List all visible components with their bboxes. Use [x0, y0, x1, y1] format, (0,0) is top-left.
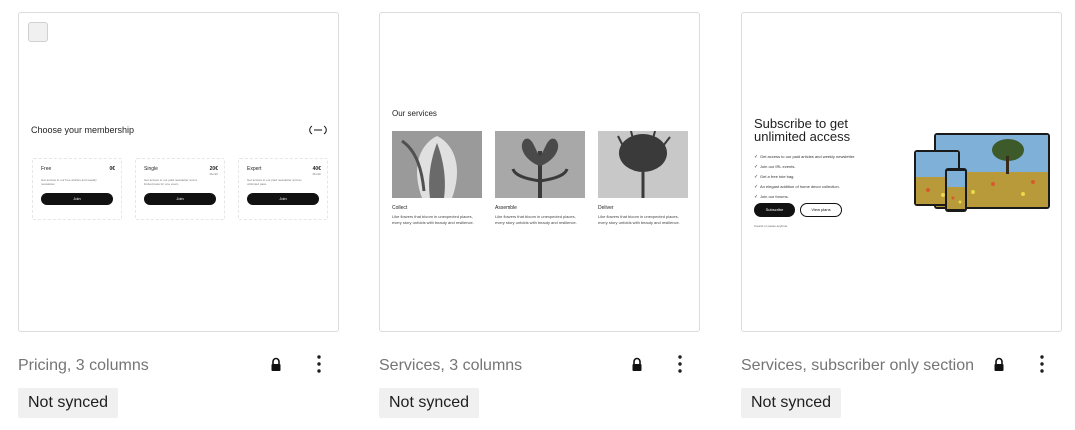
pricing-column: Single 20€ Month Get access to our paid … — [135, 158, 225, 220]
service-description: Like flowers that bloom in unexpected pl… — [495, 214, 577, 225]
service-name: Collect — [392, 205, 408, 211]
subscribe-button: Subscribe — [754, 203, 795, 217]
sync-status-badge: Not synced — [18, 388, 119, 418]
join-button: Join — [41, 193, 113, 205]
benefit-text: Get access to our paid articles and week… — [760, 154, 856, 159]
pattern-title[interactable]: Services, 3 columns — [379, 357, 522, 375]
service-name: Assemble — [495, 205, 517, 211]
pattern-preview-subscriber[interactable]: Subscribe to get unlimited access ✓ Get a… — [741, 12, 1062, 332]
pattern-card-pricing: Choose your membership Free 0€ Get acces… — [18, 12, 339, 418]
list-item: ✓ Join our forums. — [754, 192, 855, 202]
plan-description: Get access to our paid newsletter and a … — [144, 178, 197, 186]
join-button: Join — [247, 193, 319, 205]
list-item: ✓ An elegant addition of home decor colle… — [754, 182, 855, 192]
plan-period: Month — [209, 172, 218, 176]
pattern-card-subscriber: Subscribe to get unlimited access ✓ Get a… — [741, 12, 1062, 418]
botanical-image — [495, 131, 585, 198]
lock-icon — [994, 357, 1004, 371]
pattern-title[interactable]: Services, subscriber only section — [741, 357, 974, 375]
preview-heading: Our services — [392, 109, 437, 118]
list-item: ✓ Get a free tote bag. — [754, 172, 855, 182]
plan-period: Month — [312, 172, 321, 176]
more-vertical-icon[interactable] — [305, 350, 333, 378]
cancel-note: Cancel or pause anytime. — [754, 224, 789, 228]
pattern-preview-pricing[interactable]: Choose your membership Free 0€ Get acces… — [18, 12, 339, 332]
service-description: Like flowers that bloom in unexpected pl… — [392, 214, 474, 225]
pattern-meta: Services, subscriber only section — [741, 348, 1062, 380]
pattern-card-services: Our services Collect Like flowers that b… — [379, 12, 700, 418]
plan-name: Expert — [247, 166, 262, 172]
flower-image — [392, 131, 482, 198]
devices-image — [914, 133, 1050, 212]
more-vertical-icon[interactable] — [666, 350, 694, 378]
pattern-meta: Pricing, 3 columns — [18, 348, 339, 380]
plan-name: Free — [41, 166, 52, 172]
placeholder-icon — [28, 22, 48, 42]
benefit-list: ✓ Get access to our paid articles and wee… — [754, 152, 855, 202]
pattern-title[interactable]: Pricing, 3 columns — [18, 357, 149, 375]
service-description: Like flowers that bloom in unexpected pl… — [598, 214, 680, 225]
sync-status-badge: Not synced — [741, 388, 842, 418]
more-vertical-icon[interactable] — [1028, 350, 1056, 378]
list-item: ✓ Get access to our paid articles and wee… — [754, 152, 855, 162]
sync-status-badge: Not synced — [379, 388, 480, 418]
benefit-text: An elegant addition of home decor collec… — [760, 184, 840, 189]
preview-heading: Choose your membership — [31, 125, 135, 135]
service-column: Collect Like flowers that bloom in unexp… — [392, 131, 482, 226]
pattern-meta: Services, 3 columns — [379, 348, 700, 380]
view-plans-button: View plans — [800, 203, 842, 217]
plan-name: Single — [144, 166, 158, 172]
benefit-text: Get a free tote bag. — [760, 174, 795, 179]
join-button: Join — [144, 193, 216, 205]
bud-image — [598, 131, 688, 198]
service-name: Deliver — [598, 205, 614, 211]
plan-description: Get access to our paid newsletter and an… — [247, 178, 302, 186]
preview-heading: Subscribe to get unlimited access — [754, 116, 851, 144]
pricing-column: Expert 40€ Month Get access to our paid … — [238, 158, 328, 220]
service-column: Assemble Like flowers that bloom in unex… — [495, 131, 585, 226]
list-item: ✓ Join our IRL events. — [754, 162, 855, 172]
lock-icon — [632, 357, 642, 371]
plan-price: 0€ — [109, 166, 115, 172]
logo-icon — [309, 125, 327, 135]
lock-icon — [271, 357, 281, 371]
pattern-preview-services[interactable]: Our services Collect Like flowers that b… — [379, 12, 700, 332]
service-column: Deliver Like flowers that bloom in unexp… — [598, 131, 688, 226]
benefit-text: Join our forums. — [760, 194, 789, 199]
plan-description: Get access to our free articles and week… — [41, 178, 97, 186]
pricing-column: Free 0€ Get access to our free articles … — [32, 158, 122, 220]
benefit-text: Join our IRL events. — [760, 164, 796, 169]
